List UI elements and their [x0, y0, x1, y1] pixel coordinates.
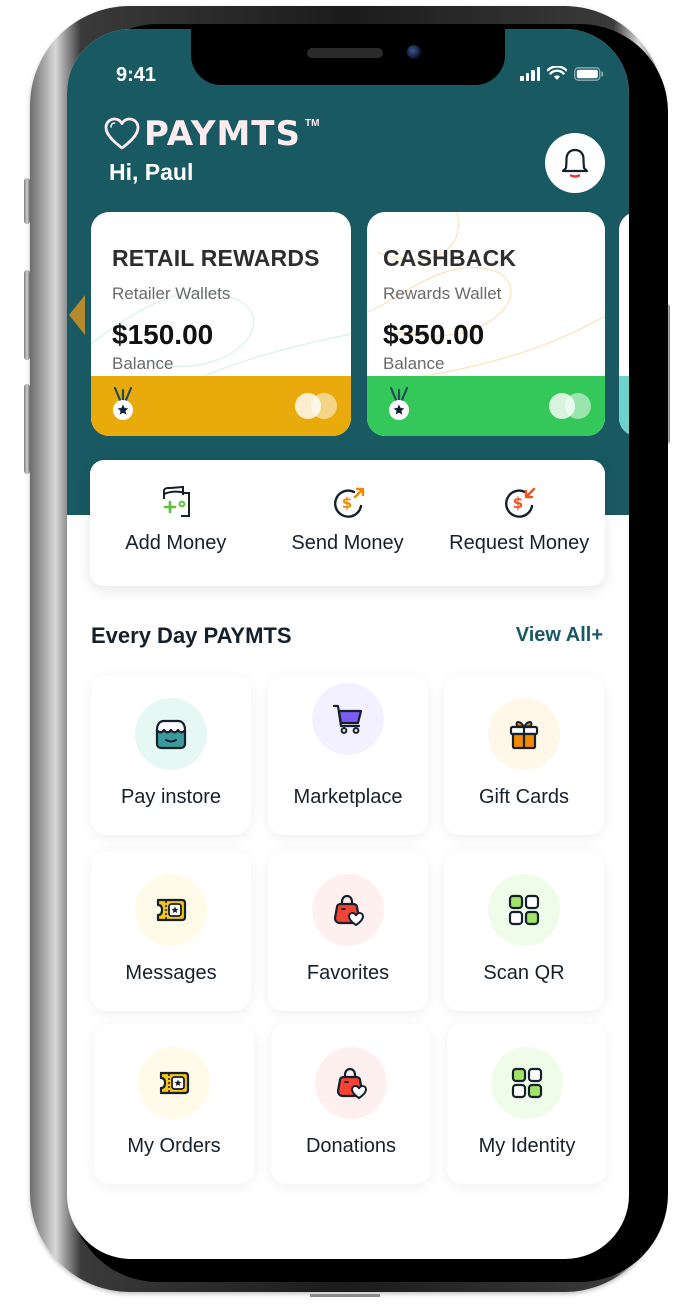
greeting: Hi, Paul: [109, 159, 194, 185]
tile-icon-circle: [488, 874, 560, 946]
wallet-add-icon: [162, 485, 190, 517]
request-money-icon: $: [505, 487, 536, 518]
wallet-title: CASHBACK: [383, 245, 517, 271]
bottom-edge: [310, 1294, 380, 1297]
signal-icon: [520, 66, 540, 81]
gift-icon: [509, 721, 539, 750]
view-all-link[interactable]: View All+: [516, 624, 603, 647]
brand-logo: PAYMTS TM: [104, 114, 319, 154]
tile-label: Pay instore: [120, 786, 222, 808]
card-network-icon: [549, 393, 593, 419]
wallet-band: [619, 376, 629, 436]
store-icon: [155, 719, 187, 750]
heart-logo-icon: [104, 117, 140, 150]
tile-scan-qr[interactable]: Scan QR: [444, 851, 604, 1011]
notifications-button[interactable]: [545, 133, 605, 193]
send-money-icon: $: [333, 487, 364, 518]
wifi-icon: [547, 66, 567, 80]
battery-icon: [574, 66, 604, 81]
section-title: Every Day PAYMTS: [91, 623, 292, 648]
wallet-balance: $150.00: [112, 319, 214, 350]
tile-label: Favorites: [306, 962, 390, 984]
wallet-balance-label: Balance: [383, 354, 445, 373]
ticket-icon: [159, 1071, 190, 1095]
wallet-card-retail-rewards[interactable]: RETAIL REWARDS Retailer Wallets $150.00 …: [91, 212, 351, 436]
svg-text:$: $: [341, 494, 351, 512]
tile-icon-circle: [488, 698, 560, 770]
ticket-icon: [156, 898, 187, 922]
request-money-label: Request Money: [449, 532, 590, 554]
medal-icon: [113, 386, 133, 420]
wallet-card-cashback[interactable]: CASHBACK Rewards Wallet $350.00 Balance: [367, 212, 605, 436]
tile-label: Donations: [305, 1135, 397, 1157]
tile-icon-circle: [491, 1047, 563, 1119]
tile-icon-circle: [315, 1047, 387, 1119]
cart-icon: [332, 704, 363, 734]
wallet-title: RETAIL REWARDS: [112, 245, 320, 271]
send-money-button[interactable]: $ Send Money: [262, 460, 434, 586]
send-money-label: Send Money: [291, 532, 404, 554]
tile-donations[interactable]: Donations: [271, 1024, 431, 1184]
bell-icon: [561, 148, 589, 178]
tile-icon-circle: [312, 683, 384, 755]
request-money-button[interactable]: $ Request Money: [433, 460, 605, 586]
tile-my-orders[interactable]: My Orders: [94, 1024, 254, 1184]
card-network-icon: [295, 393, 339, 419]
tile-label: Scan QR: [483, 962, 565, 984]
medal-icon: [389, 386, 409, 420]
grid-icon: [508, 894, 540, 926]
front-camera: [407, 45, 421, 59]
tile-my-identity[interactable]: My Identity: [447, 1024, 607, 1184]
notch: [191, 29, 505, 85]
brand-name: PAYMTS: [144, 114, 301, 154]
tile-label: My Orders: [127, 1135, 221, 1157]
carousel-prev-arrow[interactable]: [69, 295, 85, 335]
bag-heart-icon: [336, 1067, 367, 1099]
wallet-balance: $350.00: [383, 319, 485, 350]
wallet-balance-label: Balance: [112, 354, 174, 373]
tile-icon-circle: [312, 874, 384, 946]
add-money-button[interactable]: Add Money: [90, 460, 262, 586]
tile-marketplace[interactable]: Marketplace: [268, 675, 428, 835]
speaker-grille: [307, 48, 383, 58]
wallet-band: [91, 376, 351, 436]
add-money-label: Add Money: [125, 532, 227, 554]
bag-heart-icon: [333, 894, 364, 926]
tile-favorites[interactable]: Favorites: [268, 851, 428, 1011]
svg-text:$: $: [513, 494, 523, 512]
wallet-subtitle: Rewards Wallet: [383, 284, 502, 303]
wallet-band: [367, 376, 605, 436]
quick-actions-card: Add Money $ Send Money $ Request Money: [90, 460, 605, 586]
status-time: 9:41: [116, 64, 157, 86]
app-screen: 9:41 PAYMTS TM Hi, Paul RETAIL REWARDS R…: [67, 29, 629, 1259]
trademark: TM: [305, 118, 320, 129]
tile-label: Marketplace: [293, 786, 403, 808]
tile-label: Gift Cards: [478, 786, 570, 808]
tile-gift-cards[interactable]: Gift Cards: [444, 675, 604, 835]
status-icons: [520, 66, 604, 81]
tile-icon-circle: [138, 1047, 210, 1119]
wallet-card-next-peek[interactable]: [619, 212, 629, 436]
tile-pay-instore[interactable]: Pay instore: [91, 675, 251, 835]
wallet-subtitle: Retailer Wallets: [112, 284, 231, 303]
tile-icon-circle: [135, 698, 207, 770]
tile-messages[interactable]: Messages: [91, 851, 251, 1011]
grid-icon: [511, 1067, 543, 1099]
tile-label: My Identity: [478, 1135, 576, 1157]
tile-label: Messages: [125, 962, 217, 984]
tile-icon-circle: [135, 874, 207, 946]
